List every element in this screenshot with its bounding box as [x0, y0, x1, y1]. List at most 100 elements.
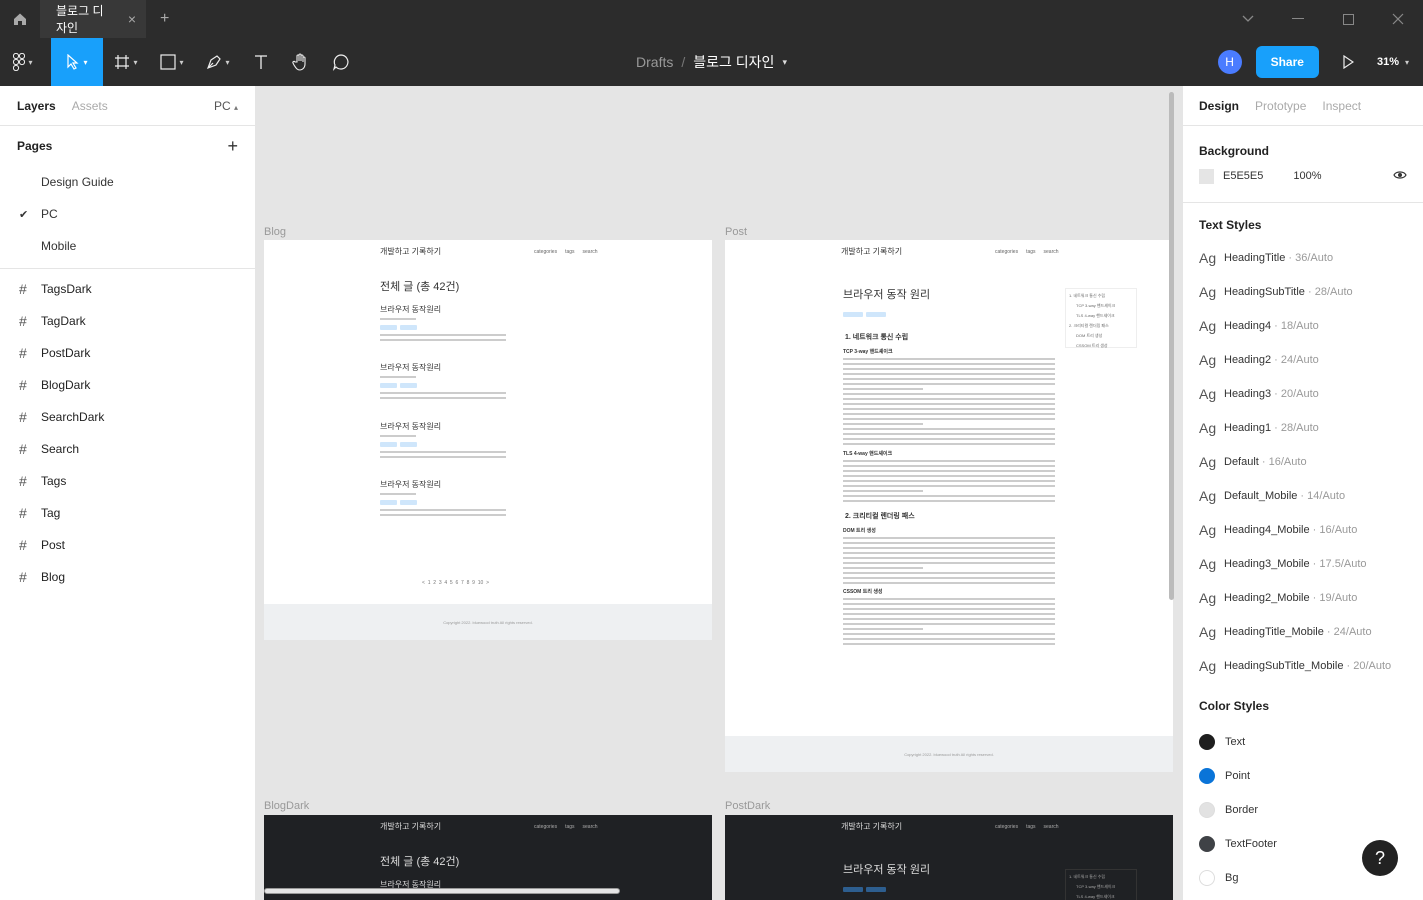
help-button[interactable]: ? — [1362, 840, 1398, 876]
post-h2: 2. 크리티컬 렌더링 패스 — [845, 513, 915, 520]
background-swatch[interactable] — [1199, 168, 1214, 184]
text-style-text: HeadingTitle_Mobile · 24/Auto — [1224, 626, 1372, 638]
text-style-item[interactable]: Ag Heading3_Mobile · 17.5/Auto — [1183, 547, 1423, 581]
color-swatch — [1199, 734, 1215, 750]
maximize-icon[interactable] — [1323, 0, 1373, 38]
tab-assets[interactable]: Assets — [72, 99, 108, 113]
layer-item[interactable]: # TagsDark — [0, 273, 255, 305]
layer-item[interactable]: # TagDark — [0, 305, 255, 337]
add-page-button[interactable]: + — [227, 136, 238, 157]
tab-design[interactable]: Design — [1199, 99, 1239, 113]
window-close-icon[interactable] — [1373, 0, 1423, 38]
text-style-item[interactable]: Ag Heading2_Mobile · 19/Auto — [1183, 581, 1423, 615]
text-style-text: Heading4 · 18/Auto — [1224, 320, 1319, 332]
layer-item[interactable]: # PostDark — [0, 337, 255, 369]
layer-item[interactable]: # Tags — [0, 465, 255, 497]
layer-item[interactable]: # Blog — [0, 561, 255, 593]
frame-icon: # — [19, 537, 27, 553]
layer-item[interactable]: # Search — [0, 433, 255, 465]
background-hex[interactable]: E5E5E5 — [1223, 170, 1263, 182]
close-tab-icon[interactable]: × — [128, 11, 136, 27]
eye-icon[interactable] — [1393, 169, 1407, 183]
hand-tool-button[interactable] — [281, 38, 321, 86]
text-style-item[interactable]: Ag Heading3 · 20/Auto — [1183, 377, 1423, 411]
post-paragraph-line — [843, 618, 1055, 620]
breadcrumb-drafts[interactable]: Drafts — [636, 54, 673, 70]
tab-inspect[interactable]: Inspect — [1322, 99, 1361, 113]
layer-item[interactable]: # Post — [0, 529, 255, 561]
page-item[interactable]: Design Guide — [0, 166, 255, 198]
frame-label-post[interactable]: Post — [725, 226, 747, 238]
frame-icon: # — [19, 313, 27, 329]
text-style-item[interactable]: Ag Heading4_Mobile · 16/Auto — [1183, 513, 1423, 547]
layer-item[interactable]: # SearchDark — [0, 401, 255, 433]
post-paragraph-line — [843, 443, 1055, 445]
postdark-title: 브라우저 동작 원리 — [843, 864, 931, 876]
text-style-item[interactable]: Ag Default · 16/Auto — [1183, 445, 1423, 479]
home-icon[interactable] — [0, 0, 40, 38]
file-name[interactable]: 블로그 디자인 — [693, 52, 774, 72]
chevron-down-icon[interactable] — [1223, 0, 1273, 38]
pen-tool-button[interactable]: ▾ — [195, 38, 241, 86]
color-style-item[interactable]: Text — [1183, 725, 1423, 759]
background-fill-row[interactable]: E5E5E5 100% — [1183, 164, 1423, 188]
tab-layers[interactable]: Layers — [17, 99, 56, 113]
vertical-scrollbar[interactable] — [1169, 92, 1174, 600]
nav-search: search — [1043, 824, 1059, 830]
canvas[interactable]: Blog 개발하고 기록하기 categories tags search 전체… — [256, 86, 1182, 900]
text-style-item[interactable]: Ag Default_Mobile · 14/Auto — [1183, 479, 1423, 513]
file-tab[interactable]: 블로그 디자인 × — [40, 0, 146, 38]
frame-icon: # — [19, 345, 27, 361]
play-icon[interactable] — [1333, 55, 1363, 69]
horizontal-scrollbar[interactable] — [264, 888, 620, 894]
text-style-item[interactable]: Ag Heading4 · 18/Auto — [1183, 309, 1423, 343]
blogdark-nav: categories tags search — [534, 824, 598, 830]
text-style-text: Heading3 · 20/Auto — [1224, 388, 1319, 400]
layer-item[interactable]: # BlogDark — [0, 369, 255, 401]
color-style-item[interactable]: Point — [1183, 759, 1423, 793]
text-tool-button[interactable] — [241, 38, 281, 86]
text-style-item[interactable]: Ag HeadingSubTitle_Mobile · 20/Auto — [1183, 649, 1423, 683]
move-tool-button[interactable]: ▾ — [51, 38, 103, 86]
text-style-icon: Ag — [1199, 318, 1217, 334]
new-tab-button[interactable]: + — [160, 10, 169, 28]
page-item[interactable]: ✔ PC — [0, 198, 255, 230]
frame-label-blogdark[interactable]: BlogDark — [264, 800, 309, 812]
color-style-item[interactable]: Border — [1183, 793, 1423, 827]
frame-tool-button[interactable]: ▾ — [103, 38, 149, 86]
shape-tool-button[interactable]: ▾ — [149, 38, 195, 86]
color-style-name: Point — [1225, 770, 1251, 782]
avatar[interactable]: H — [1217, 50, 1242, 74]
page-selector[interactable]: PC ▴ — [214, 99, 238, 113]
layer-item[interactable]: # Tag — [0, 497, 255, 529]
frame-postdark[interactable]: 개발하고 기록하기 categories tags search 브라우저 동작… — [725, 815, 1173, 900]
text-style-item[interactable]: Ag HeadingTitle · 36/Auto — [1183, 241, 1423, 275]
post-tag — [866, 312, 886, 317]
background-opacity[interactable]: 100% — [1293, 170, 1321, 182]
text-style-item[interactable]: Ag Heading1 · 28/Auto — [1183, 411, 1423, 445]
text-style-name: HeadingSubTitle_Mobile — [1224, 660, 1344, 672]
zoom-control[interactable]: 31% ▾ — [1377, 56, 1409, 68]
frame-blog[interactable]: 개발하고 기록하기 categories tags search 전체 글 (총… — [264, 240, 712, 640]
comment-tool-button[interactable] — [321, 38, 361, 86]
minimize-icon[interactable] — [1273, 0, 1323, 38]
text-style-item[interactable]: Ag HeadingTitle_Mobile · 24/Auto — [1183, 615, 1423, 649]
tab-prototype[interactable]: Prototype — [1255, 99, 1306, 113]
blog-post-excerpt — [380, 334, 506, 336]
post-paragraph-line — [843, 547, 1055, 549]
main-menu-button[interactable]: ▾ — [0, 38, 46, 86]
text-style-meta: 28/Auto — [1280, 422, 1319, 434]
page-item[interactable]: Mobile — [0, 230, 255, 262]
text-style-item[interactable]: Ag HeadingSubTitle · 28/Auto — [1183, 275, 1423, 309]
frame-label-blog[interactable]: Blog — [264, 226, 286, 238]
text-style-text: Heading2_Mobile · 19/Auto — [1224, 592, 1357, 604]
divider — [0, 268, 255, 269]
post-paragraph-line — [843, 552, 1055, 554]
share-button[interactable]: Share — [1255, 46, 1319, 78]
frame-post[interactable]: 개발하고 기록하기 categories tags search 브라우저 동작… — [725, 240, 1173, 772]
post-paragraph-line — [843, 373, 1055, 375]
text-style-item[interactable]: Ag Heading2 · 24/Auto — [1183, 343, 1423, 377]
post-paragraph-line — [843, 567, 923, 569]
figma-icon — [13, 53, 26, 71]
frame-label-postdark[interactable]: PostDark — [725, 800, 770, 812]
